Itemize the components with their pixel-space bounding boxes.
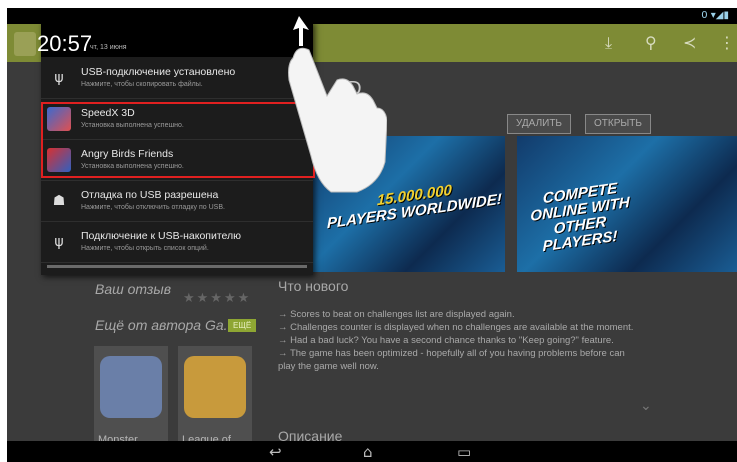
search-icon[interactable]: ⚲ bbox=[645, 33, 657, 52]
share-icon[interactable]: ≺ bbox=[683, 33, 696, 52]
usb-icon: ψ bbox=[54, 70, 64, 86]
play-store-app-icon[interactable] bbox=[14, 32, 36, 56]
league-app-icon bbox=[184, 356, 246, 418]
clock: 20:57 bbox=[37, 31, 93, 56]
whats-new-line: → The game has been optimized - hopefull… bbox=[278, 348, 625, 372]
date: чт, 13 июня bbox=[90, 44, 127, 51]
notification-usb-debugging[interactable]: ☗ Отладка по USB разрешена Нажмите, чтоб… bbox=[41, 181, 313, 222]
home-icon[interactable]: ⌂ bbox=[363, 443, 373, 461]
device-screen: 0 ▾◢▮ ⤓ ⚲ ≺ ⋮ 3D УДАЛИТЬ ОТКРЫТЬ 15.000.… bbox=[7, 8, 737, 462]
uninstall-button[interactable]: УДАЛИТЬ bbox=[507, 114, 571, 134]
notification-subtitle: Нажмите, чтобы скопировать файлы. bbox=[81, 81, 203, 88]
expand-chevron-icon[interactable]: ⌄ bbox=[640, 398, 652, 414]
whats-new-text: → Scores to beat on challenges list are … bbox=[278, 308, 638, 373]
overflow-menu-icon[interactable]: ⋮ bbox=[719, 33, 735, 52]
more-by-developer-label: Ещё от автора Ga... bbox=[95, 317, 236, 333]
related-app-league[interactable]: League of bbox=[178, 346, 252, 450]
rating-stars[interactable]: ★★★★★ bbox=[183, 290, 251, 306]
monster-app-icon bbox=[100, 356, 162, 418]
recents-icon[interactable]: ▭ bbox=[457, 443, 471, 461]
notification-title: Отладка по USB разрешена bbox=[81, 189, 219, 201]
usb-storage-icon: ψ bbox=[54, 234, 64, 250]
notification-usb-storage[interactable]: ψ Подключение к USB-накопителю Нажмите, … bbox=[41, 222, 313, 263]
open-button[interactable]: ОТКРЫТЬ bbox=[585, 114, 651, 134]
navigation-bar: ↩ ⌂ ▭ bbox=[7, 441, 737, 462]
screenshot-2-caption: COMPETE ONLINE WITH OTHER PLAYERS! bbox=[530, 179, 630, 256]
shade-header: 20:57 чт, 13 июня bbox=[37, 21, 313, 57]
shade-drag-handle[interactable] bbox=[47, 265, 307, 268]
notification-usb-connected[interactable]: ψ USB-подключение установлено Нажмите, ч… bbox=[41, 58, 313, 99]
back-icon[interactable]: ↩ bbox=[269, 443, 282, 461]
whats-new-line: → Scores to beat on challenges list are … bbox=[278, 309, 515, 320]
download-icon[interactable]: ⤓ bbox=[605, 33, 612, 53]
screenshot-2[interactable]: COMPETE ONLINE WITH OTHER PLAYERS! bbox=[517, 136, 737, 272]
notification-subtitle: Нажмите, чтобы открыть список опций. bbox=[81, 245, 209, 252]
whats-new-label: Что нового bbox=[278, 278, 349, 294]
android-debug-icon: ☗ bbox=[52, 193, 66, 209]
status-icons: 0 ▾◢▮ bbox=[701, 10, 729, 21]
swipe-hand-icon bbox=[288, 16, 387, 193]
your-review-label: Ваш отзыв bbox=[95, 281, 172, 297]
notification-title: Подключение к USB-накопителю bbox=[81, 230, 242, 242]
related-app-monster[interactable]: Monster bbox=[94, 346, 168, 450]
notification-title: USB-подключение установлено bbox=[81, 66, 236, 78]
more-badge[interactable]: ЕЩЁ bbox=[228, 319, 257, 332]
whats-new-line: → Had a bad luck? You have a second chan… bbox=[278, 335, 614, 346]
whats-new-line: → Challenges counter is displayed when n… bbox=[278, 322, 634, 333]
highlight-box bbox=[41, 102, 315, 178]
notification-subtitle: Нажмите, чтобы отключить отладку по USB. bbox=[81, 204, 225, 211]
